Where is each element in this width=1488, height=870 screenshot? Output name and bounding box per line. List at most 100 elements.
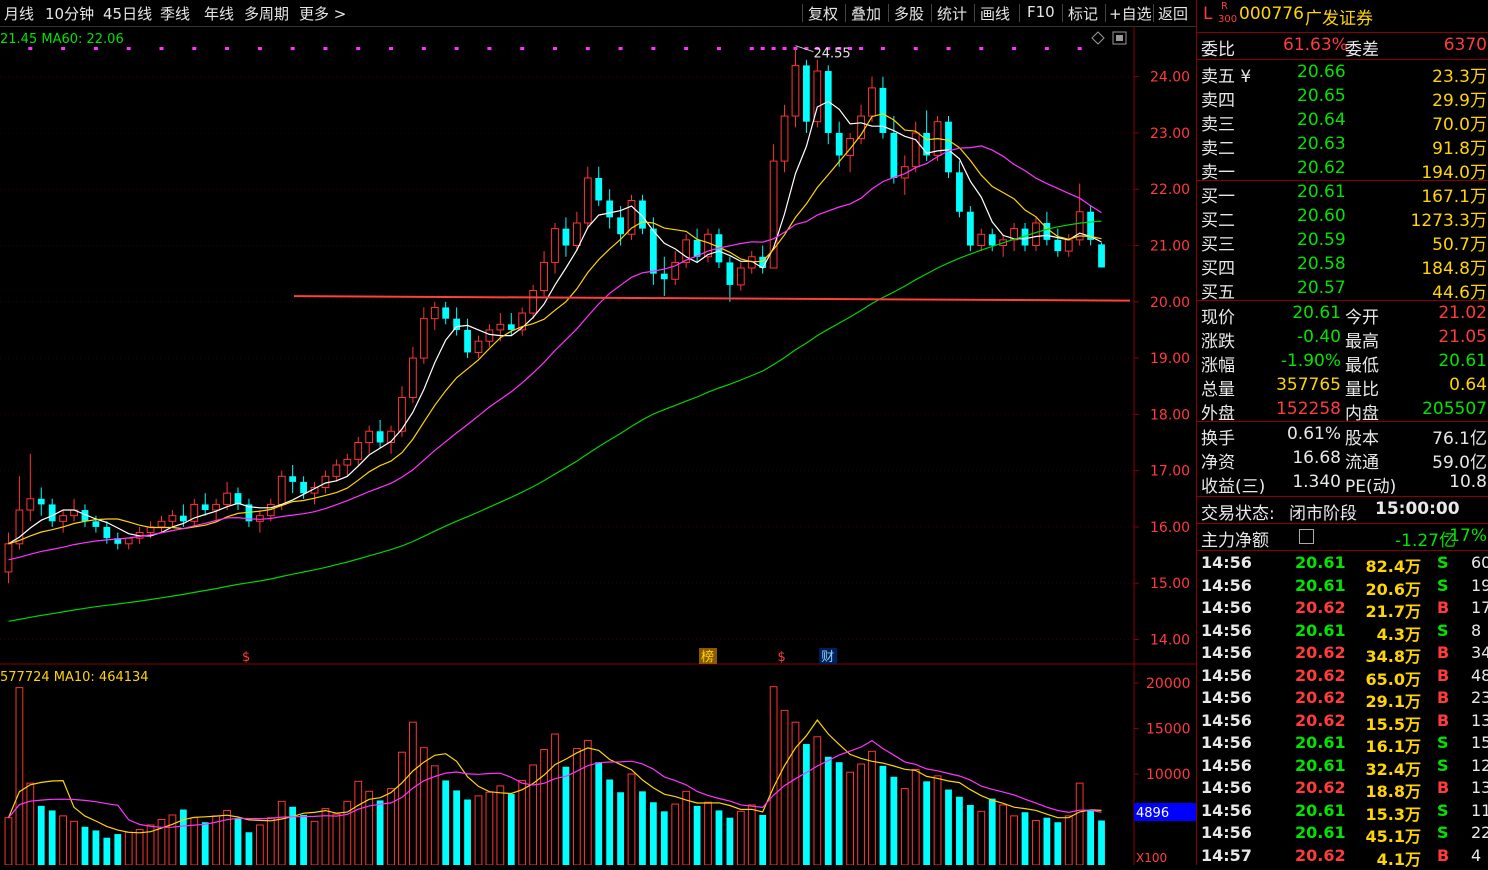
volume-bar[interactable]: [572, 748, 581, 865]
candle-body[interactable]: [442, 307, 450, 319]
candle-body[interactable]: [92, 521, 100, 527]
volume-bar[interactable]: [736, 810, 745, 865]
kline-chart[interactable]: 21.45 MA60: 22.06 24.55 $ 榜 $ 财 577724 MA10…: [0, 26, 1196, 865]
volume-bar[interactable]: [59, 815, 68, 865]
multi-stock-button[interactable]: 多股: [894, 3, 924, 24]
volume-bar[interactable]: [1032, 819, 1040, 865]
candle-body[interactable]: [595, 177, 603, 201]
add-watchlist-button[interactable]: +自选: [1109, 3, 1152, 24]
volume-bar[interactable]: [321, 808, 330, 865]
volume-bar[interactable]: [266, 817, 275, 865]
candle-body[interactable]: [168, 515, 177, 522]
candle-body[interactable]: [868, 87, 876, 117]
buy-row[interactable]: 买五 20.57 44.6万: [1197, 278, 1488, 303]
candle-body[interactable]: [966, 211, 974, 246]
candle-body[interactable]: [835, 132, 843, 156]
candle-body[interactable]: [1098, 244, 1105, 268]
volume-bar[interactable]: [387, 788, 395, 865]
candle-body[interactable]: [736, 267, 745, 286]
volume-bar[interactable]: [15, 687, 24, 865]
statistics-button[interactable]: 统计: [937, 3, 967, 24]
candle-body[interactable]: [485, 329, 494, 342]
volume-bar[interactable]: [4, 817, 13, 865]
volume-bar[interactable]: [168, 814, 177, 865]
candle-body[interactable]: [26, 498, 35, 511]
volume-bar[interactable]: [649, 802, 657, 865]
volume-bar[interactable]: [890, 776, 898, 865]
volume-bar[interactable]: [639, 791, 646, 865]
candle-body[interactable]: [1054, 239, 1062, 252]
volume-bar[interactable]: [26, 782, 35, 865]
volume-bar[interactable]: [1098, 820, 1105, 865]
candle-body[interactable]: [529, 290, 538, 314]
candle-body[interactable]: [124, 537, 133, 545]
candle-body[interactable]: [343, 458, 352, 466]
back-button[interactable]: 返回: [1158, 3, 1188, 24]
volume-bar[interactable]: [157, 819, 166, 865]
candle-body[interactable]: [277, 475, 286, 505]
volume-bar[interactable]: [201, 822, 209, 865]
candle-body[interactable]: [780, 115, 789, 162]
volume-bar[interactable]: [803, 744, 810, 865]
support-line[interactable]: [293, 295, 1131, 302]
tab-quarterly[interactable]: 季线: [160, 3, 190, 24]
volume-bar[interactable]: [1010, 815, 1018, 865]
volume-bar[interactable]: [988, 798, 996, 865]
candle-body[interactable]: [37, 498, 45, 505]
candle-body[interactable]: [365, 430, 374, 443]
candle-body[interactable]: [354, 441, 363, 460]
candle-body[interactable]: [409, 357, 417, 398]
volume-bar[interactable]: [255, 824, 264, 865]
volume-bar[interactable]: [1087, 810, 1094, 865]
volume-bar[interactable]: [453, 790, 461, 865]
volume-bar[interactable]: [442, 780, 450, 865]
detail-icon[interactable]: [1299, 529, 1314, 544]
candle-body[interactable]: [803, 65, 810, 122]
candle-body[interactable]: [48, 504, 56, 522]
candle-body[interactable]: [496, 323, 505, 331]
volume-bar[interactable]: [846, 771, 855, 865]
volume-bar[interactable]: [124, 831, 133, 865]
volume-bar[interactable]: [857, 763, 865, 865]
buy-row[interactable]: 买三 20.59 50.7万: [1197, 230, 1488, 255]
volume-bar[interactable]: [103, 837, 111, 865]
volume-bar[interactable]: [300, 814, 307, 865]
candle-body[interactable]: [911, 132, 920, 168]
volume-bar[interactable]: [911, 769, 920, 866]
candle-body[interactable]: [583, 177, 592, 224]
event-marker[interactable]: $: [242, 650, 250, 665]
volume-bar[interactable]: [977, 810, 986, 865]
volume-bar[interactable]: [1043, 817, 1051, 865]
buy-row[interactable]: 买二 20.60 1273.3万: [1197, 206, 1488, 231]
volume-bar[interactable]: [715, 810, 723, 865]
volume-bar[interactable]: [70, 820, 78, 865]
volume-bar[interactable]: [791, 721, 800, 865]
candle-body[interactable]: [956, 172, 963, 212]
volume-bar[interactable]: [464, 799, 471, 865]
candle-body[interactable]: [890, 132, 898, 178]
candle-body[interactable]: [223, 492, 231, 505]
volume-bar[interactable]: [92, 830, 100, 865]
candle-body[interactable]: [572, 222, 581, 247]
sell-row[interactable]: 卖五 ¥ 20.66 23.3万: [1197, 62, 1488, 87]
diamond-icon[interactable]: [1091, 31, 1105, 45]
candle-body[interactable]: [201, 504, 209, 511]
candle-body[interactable]: [617, 217, 624, 235]
overlay-button[interactable]: 叠加: [851, 3, 881, 24]
candle-body[interactable]: [1032, 222, 1040, 247]
volume-bar[interactable]: [518, 779, 527, 865]
volume-bar[interactable]: [933, 775, 942, 865]
candle-body[interactable]: [474, 340, 483, 353]
volume-bar[interactable]: [540, 748, 548, 865]
volume-bar[interactable]: [551, 733, 559, 865]
volume-bar[interactable]: [474, 795, 483, 865]
volume-bar[interactable]: [747, 804, 756, 865]
tab-yearly[interactable]: 年线: [204, 3, 234, 24]
candle-body[interactable]: [289, 476, 297, 482]
volume-bar[interactable]: [179, 809, 187, 865]
candle-body[interactable]: [419, 318, 428, 359]
candle-body[interactable]: [332, 464, 341, 477]
sell-row[interactable]: 卖一 20.62 194.0万: [1197, 158, 1488, 183]
volume-bar[interactable]: [37, 805, 45, 865]
volume-bar[interactable]: [496, 785, 505, 865]
